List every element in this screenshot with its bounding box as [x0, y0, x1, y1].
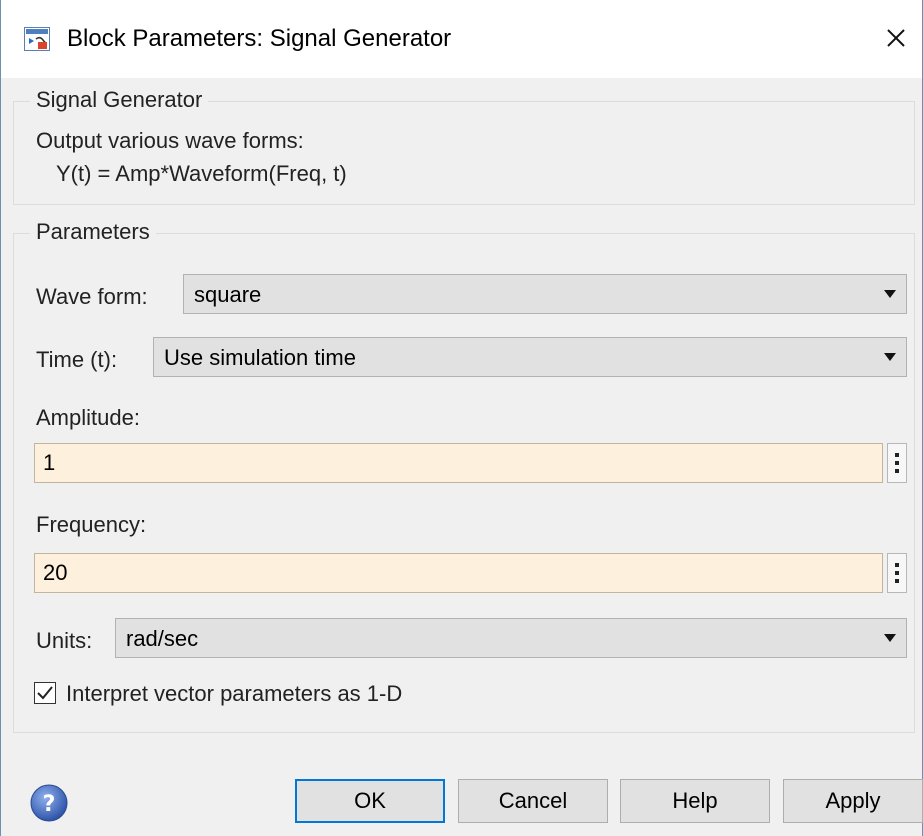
- vertical-ellipsis-icon: [895, 563, 899, 567]
- description-line-2: Y(t) = Amp*Waveform(Freq, t): [56, 161, 347, 186]
- wave-form-value: square: [194, 282, 262, 307]
- ellipsis-dot: [895, 571, 899, 575]
- apply-button[interactable]: Apply: [783, 779, 923, 823]
- interpret-vector-checkbox[interactable]: [34, 682, 56, 704]
- description-group-legend: Signal Generator: [30, 87, 209, 113]
- svg-text:?: ?: [43, 792, 56, 817]
- wave-form-select[interactable]: square: [183, 274, 907, 314]
- units-select[interactable]: rad/sec: [115, 618, 907, 658]
- time-label: Time (t):: [36, 347, 118, 372]
- window-title: Block Parameters: Signal Generator: [67, 25, 452, 52]
- wave-form-label: Wave form:: [36, 284, 148, 309]
- amplitude-options-button[interactable]: [887, 443, 907, 483]
- help-button[interactable]: Help: [620, 779, 770, 823]
- simulink-block-icon: [24, 27, 50, 51]
- amplitude-field[interactable]: [34, 443, 883, 483]
- block-parameters-dialog: Block Parameters: Signal Generator Signa…: [0, 0, 923, 836]
- amplitude-label: Amplitude:: [36, 405, 140, 430]
- chevron-down-icon: [884, 634, 896, 642]
- time-select[interactable]: Use simulation time: [153, 337, 907, 377]
- ellipsis-dot: [895, 461, 899, 465]
- frequency-label: Frequency:: [36, 512, 147, 537]
- description-line-1: Output various wave forms:: [36, 128, 304, 153]
- parameters-group-legend: Parameters: [30, 219, 156, 245]
- ellipsis-dot: [895, 579, 899, 583]
- chevron-down-icon: [884, 353, 896, 361]
- vertical-ellipsis-icon: [895, 453, 899, 457]
- ok-button[interactable]: OK: [295, 779, 445, 823]
- interpret-vector-label: Interpret vector parameters as 1-D: [66, 681, 403, 706]
- frequency-options-button[interactable]: [887, 553, 907, 593]
- units-label: Units:: [36, 628, 93, 653]
- frequency-field[interactable]: [34, 553, 883, 593]
- chevron-down-icon: [884, 290, 896, 298]
- checkmark-icon: [37, 686, 53, 700]
- close-icon[interactable]: [878, 20, 914, 56]
- units-value: rad/sec: [126, 626, 199, 651]
- title-bar[interactable]: Block Parameters: Signal Generator: [1, 0, 922, 78]
- cancel-button[interactable]: Cancel: [458, 779, 608, 823]
- time-value: Use simulation time: [164, 345, 356, 370]
- help-circle-icon[interactable]: ?: [29, 783, 69, 823]
- ellipsis-dot: [895, 469, 899, 473]
